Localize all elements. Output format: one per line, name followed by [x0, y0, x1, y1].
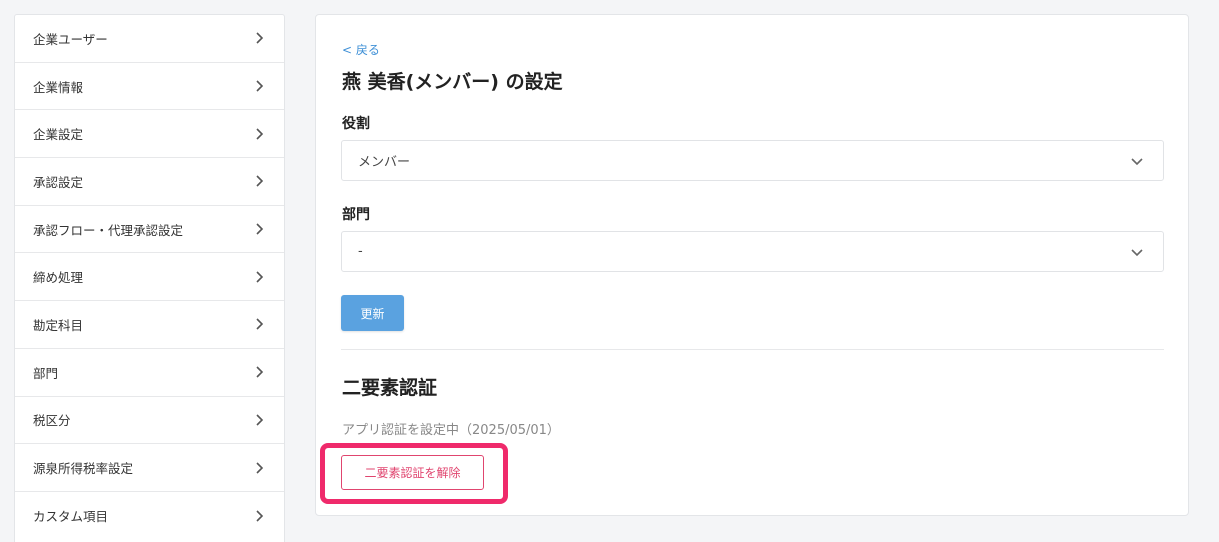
sidebar-item-custom-fields[interactable]: カスタム項目 — [15, 492, 284, 540]
role-select-value: メンバー — [358, 155, 411, 170]
sidebar-item-label: 承認設定 — [33, 174, 84, 190]
sidebar-item-accounts[interactable]: 勘定科目 — [15, 301, 284, 349]
disable-two-factor-button[interactable]: 二要素認証を解除 — [341, 455, 484, 490]
sidebar-item-label: 企業情報 — [33, 79, 84, 95]
sidebar-item-company-settings[interactable]: 企業設定 — [15, 110, 284, 159]
sidebar-item-company-info[interactable]: 企業情報 — [15, 63, 284, 111]
sidebar-item-label: 勘定科目 — [33, 317, 84, 333]
sidebar-item-label: 承認フロー・代理承認設定 — [33, 222, 184, 238]
sidebar-item-departments[interactable]: 部門 — [15, 349, 284, 397]
department-select[interactable]: - — [341, 231, 1164, 272]
sidebar-item-withholding-tax[interactable]: 源泉所得税率設定 — [15, 444, 284, 492]
chevron-right-icon — [256, 32, 264, 44]
sidebar-item-label: 企業設定 — [33, 127, 84, 143]
sidebar-item-label: カスタム項目 — [33, 509, 109, 525]
chevron-right-icon — [256, 80, 264, 92]
sidebar-item-approval-settings[interactable]: 承認設定 — [15, 158, 284, 206]
chevron-down-icon — [1131, 157, 1143, 165]
settings-sidebar: 企業ユーザー 企業情報 企業設定 承認設定 承認フロー・代理承認設定 締め処理 … — [14, 14, 285, 542]
sidebar-item-label: 締め処理 — [33, 270, 84, 286]
chevron-right-icon — [256, 318, 264, 331]
chevron-right-icon — [256, 510, 264, 522]
chevron-right-icon — [256, 271, 264, 283]
user-settings-panel: < 戻る 燕 美香(メンバー) の設定 役割 メンバー 部門 - 更新 二要素認… — [315, 14, 1189, 516]
chevron-down-icon — [1131, 248, 1143, 256]
section-divider — [341, 349, 1164, 350]
department-select-value: - — [358, 244, 363, 259]
sidebar-item-company-users[interactable]: 企業ユーザー — [15, 15, 284, 63]
role-select[interactable]: メンバー — [341, 140, 1164, 181]
page-title: 燕 美香(メンバー) の設定 — [342, 71, 563, 93]
chevron-right-icon — [256, 414, 264, 426]
two-factor-title: 二要素認証 — [342, 377, 438, 399]
sidebar-item-label: 税区分 — [33, 413, 71, 429]
chevron-right-icon — [256, 175, 264, 187]
sidebar-item-label: 源泉所得税率設定 — [33, 461, 134, 477]
sidebar-item-label: 企業ユーザー — [33, 31, 108, 47]
role-label: 役割 — [342, 116, 370, 132]
department-label: 部門 — [342, 207, 370, 223]
chevron-right-icon — [256, 223, 264, 235]
back-link[interactable]: < 戻る — [342, 41, 380, 58]
chevron-right-icon — [256, 128, 264, 140]
sidebar-item-tax-categories[interactable]: 税区分 — [15, 397, 284, 445]
chevron-right-icon — [256, 461, 264, 474]
sidebar-item-closing[interactable]: 締め処理 — [15, 253, 284, 302]
two-factor-status: アプリ認証を設定中（2025/05/01） — [342, 423, 560, 438]
sidebar-item-label: 部門 — [33, 365, 59, 381]
sidebar-item-approval-flow[interactable]: 承認フロー・代理承認設定 — [15, 206, 284, 254]
chevron-right-icon — [256, 366, 264, 378]
update-button[interactable]: 更新 — [341, 295, 404, 331]
